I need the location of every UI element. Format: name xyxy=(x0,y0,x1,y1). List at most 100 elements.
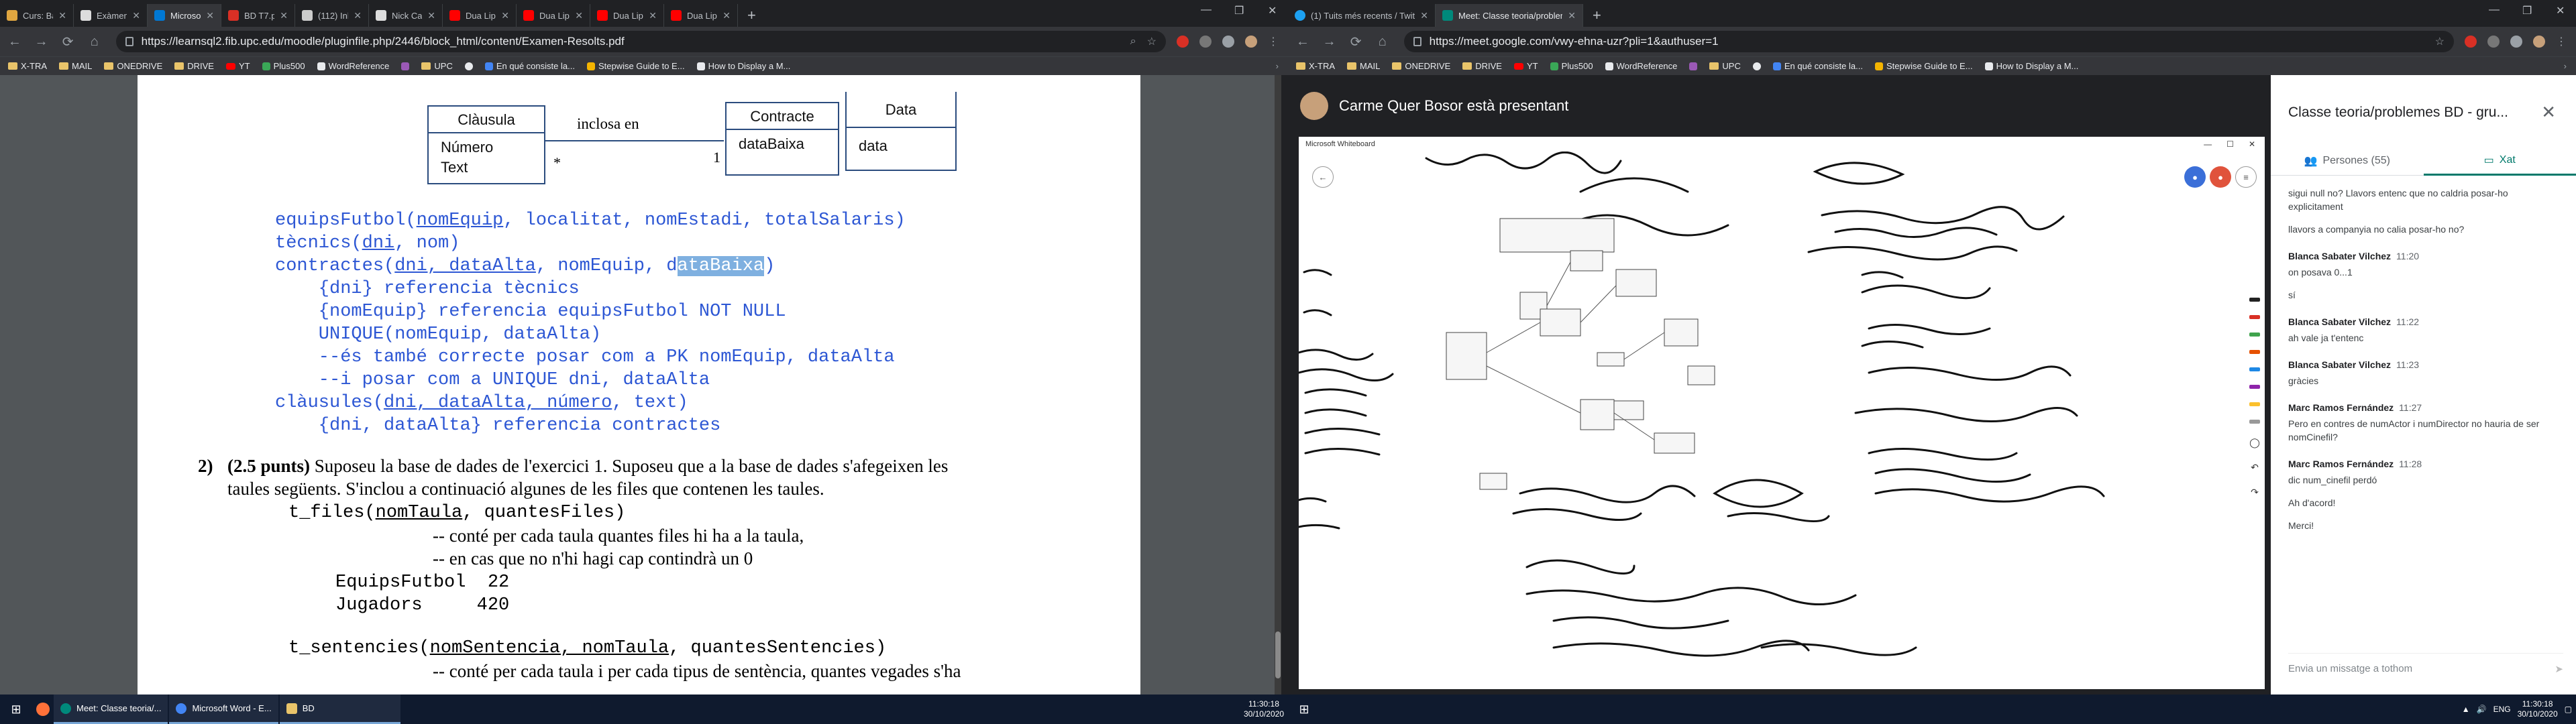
close-window-icon[interactable]: ✕ xyxy=(2556,4,2565,17)
close-tab-icon[interactable]: ✕ xyxy=(1420,10,1428,21)
tab-item[interactable]: Dua Lipa - Physical✕ xyxy=(517,4,590,27)
avatar[interactable] xyxy=(2532,36,2545,48)
bookmark-item[interactable] xyxy=(401,62,410,70)
bookmark-item[interactable]: UPC xyxy=(421,61,453,71)
bookmark-item[interactable]: YT xyxy=(1513,61,1538,71)
close-window-icon[interactable]: ✕ xyxy=(2249,139,2255,149)
pen-orange-icon[interactable] xyxy=(2249,350,2260,354)
new-tab-button[interactable]: + xyxy=(1583,4,1611,27)
eraser-icon[interactable] xyxy=(2249,420,2260,424)
bookmark-item[interactable]: En qué consiste la... xyxy=(1772,61,1863,71)
star-icon[interactable]: ☆ xyxy=(1147,35,1157,48)
whiteboard-canvas[interactable] xyxy=(1299,152,2245,688)
menu-icon[interactable]: ⋮ xyxy=(1268,35,1279,48)
star-icon[interactable]: ☆ xyxy=(2435,35,2445,48)
bookmark-item[interactable]: Plus500 xyxy=(1550,61,1593,71)
bookmarks-overflow-icon[interactable]: › xyxy=(1276,61,1279,71)
bookmark-item[interactable]: UPC xyxy=(1709,61,1741,71)
menu-icon[interactable]: ⋮ xyxy=(2556,35,2567,48)
bookmark-item[interactable]: YT xyxy=(225,61,250,71)
bookmark-item[interactable]: MAIL xyxy=(1347,61,1380,71)
pen-blue-icon[interactable] xyxy=(2249,367,2260,371)
close-tab-icon[interactable]: ✕ xyxy=(427,10,435,21)
bookmark-item[interactable]: WordReference xyxy=(317,61,389,71)
redo-icon[interactable]: ↷ xyxy=(2251,487,2259,498)
tab-item-active[interactable]: Meet: Classe teoria/problemes✕ xyxy=(1436,4,1583,27)
bookmark-item[interactable]: How to Display a M... xyxy=(1984,61,2078,71)
bookmarks-overflow-icon[interactable]: › xyxy=(2564,61,2567,71)
language-indicator[interactable]: ENG xyxy=(2493,705,2511,714)
tab-people[interactable]: 👥 Persones (55) xyxy=(2271,146,2424,176)
bookmark-item[interactable]: X-TRA xyxy=(8,61,47,71)
close-window-icon[interactable]: ✕ xyxy=(1268,4,1277,17)
clock[interactable]: 11:30:18 30/10/2020 xyxy=(2518,699,2558,719)
tab-item[interactable]: Dua Lipa - Don't Start Now✕ xyxy=(590,4,664,27)
bookmark-item[interactable]: ONEDRIVE xyxy=(1392,61,1450,71)
chat-input[interactable]: Envia un missatge a tothom ➤ xyxy=(2288,653,2563,675)
tab-item[interactable]: BD T7.pdf✕ xyxy=(221,4,295,27)
back-icon[interactable]: ← xyxy=(3,29,27,54)
puzzle-icon[interactable] xyxy=(2510,36,2522,48)
back-icon[interactable]: ← xyxy=(1291,29,1315,54)
scrollbar[interactable] xyxy=(1275,75,1281,695)
notifications-icon[interactable]: ▢ xyxy=(2565,705,2572,714)
forward-icon[interactable]: → xyxy=(1318,29,1342,54)
home-icon[interactable]: ⌂ xyxy=(83,29,107,54)
bookmark-item[interactable]: Stepwise Guide to E... xyxy=(1874,61,1973,71)
new-tab-button[interactable]: + xyxy=(738,4,765,27)
bookmark-item[interactable]: WordReference xyxy=(1605,61,1677,71)
taskbar-app-word[interactable]: Microsoft Word - E... xyxy=(169,695,278,724)
windows-start-icon[interactable]: ⊞ xyxy=(1288,695,1320,724)
search-icon[interactable]: ⌕ xyxy=(1130,36,1136,48)
tab-item[interactable]: Dua Lipa - Hallucinate✕ xyxy=(664,4,738,27)
avatar[interactable] xyxy=(1244,36,1257,48)
puzzle-icon[interactable] xyxy=(1222,36,1234,48)
tab-chat[interactable]: ▭ Xat xyxy=(2423,146,2576,176)
text-selection[interactable]: ataBaixa xyxy=(677,256,765,276)
windows-start-icon[interactable]: ⊞ xyxy=(0,695,32,724)
tab-item[interactable]: Nick Cave & The Bad Seeds✕ xyxy=(369,4,443,27)
close-tab-icon[interactable]: ✕ xyxy=(206,10,214,21)
extension-icon[interactable] xyxy=(1176,36,1189,48)
forward-icon[interactable]: → xyxy=(30,29,54,54)
maximize-icon[interactable]: ☐ xyxy=(2226,139,2234,149)
maximize-icon[interactable]: ❐ xyxy=(2522,4,2532,17)
bookmark-item[interactable]: ONEDRIVE xyxy=(104,61,162,71)
bookmark-item[interactable]: DRIVE xyxy=(174,61,214,71)
extension-icon[interactable] xyxy=(2487,36,2500,48)
close-tab-icon[interactable]: ✕ xyxy=(1568,10,1576,21)
bookmark-item[interactable] xyxy=(1689,62,1698,70)
bookmark-item[interactable]: Stepwise Guide to E... xyxy=(586,61,685,71)
minimize-icon[interactable]: — xyxy=(2204,139,2212,149)
pen-green-icon[interactable] xyxy=(2249,333,2260,337)
home-icon[interactable]: ⌂ xyxy=(1371,29,1395,54)
minimize-icon[interactable]: — xyxy=(2489,4,2500,16)
reload-icon[interactable]: ⟳ xyxy=(1344,29,1368,54)
firefox-icon[interactable] xyxy=(32,695,54,724)
maximize-icon[interactable]: ❐ xyxy=(1234,4,1244,17)
bookmark-item[interactable] xyxy=(464,62,473,70)
highlighter-icon[interactable] xyxy=(2249,402,2260,406)
tab-item[interactable]: (1) Tuits més recents / Twitter ✕ xyxy=(1288,4,1436,27)
close-tab-icon[interactable]: ✕ xyxy=(575,10,583,21)
send-icon[interactable]: ➤ xyxy=(2555,663,2563,675)
tab-item[interactable]: Curs: Bases de Dades✕ xyxy=(0,4,74,27)
pen-red-icon[interactable] xyxy=(2249,315,2260,319)
undo-icon[interactable]: ↶ xyxy=(2251,462,2259,473)
close-icon[interactable]: ✕ xyxy=(2541,102,2556,123)
taskbar-app-meet[interactable]: Meet: Classe teoria/... xyxy=(54,695,168,724)
bookmark-item[interactable]: X-TRA xyxy=(1296,61,1335,71)
tab-item-active[interactable]: Microsoft Whiteboard✕ xyxy=(148,4,221,27)
volume-icon[interactable]: 🔊 xyxy=(2477,705,2487,714)
close-tab-icon[interactable]: ✕ xyxy=(132,10,140,21)
bookmark-item[interactable]: Plus500 xyxy=(262,61,305,71)
bookmark-item[interactable]: MAIL xyxy=(59,61,92,71)
address-bar[interactable]: https://meet.google.com/vwy-ehna-uzr?pli… xyxy=(1403,31,2454,52)
close-tab-icon[interactable]: ✕ xyxy=(58,10,66,21)
bookmark-item[interactable]: DRIVE xyxy=(1462,61,1502,71)
taskbar-app-bd[interactable]: BD xyxy=(279,695,400,724)
scrollbar-thumb[interactable] xyxy=(1275,631,1281,678)
close-tab-icon[interactable]: ✕ xyxy=(501,10,509,21)
minimize-icon[interactable]: — xyxy=(1201,4,1212,16)
close-tab-icon[interactable]: ✕ xyxy=(280,10,288,21)
